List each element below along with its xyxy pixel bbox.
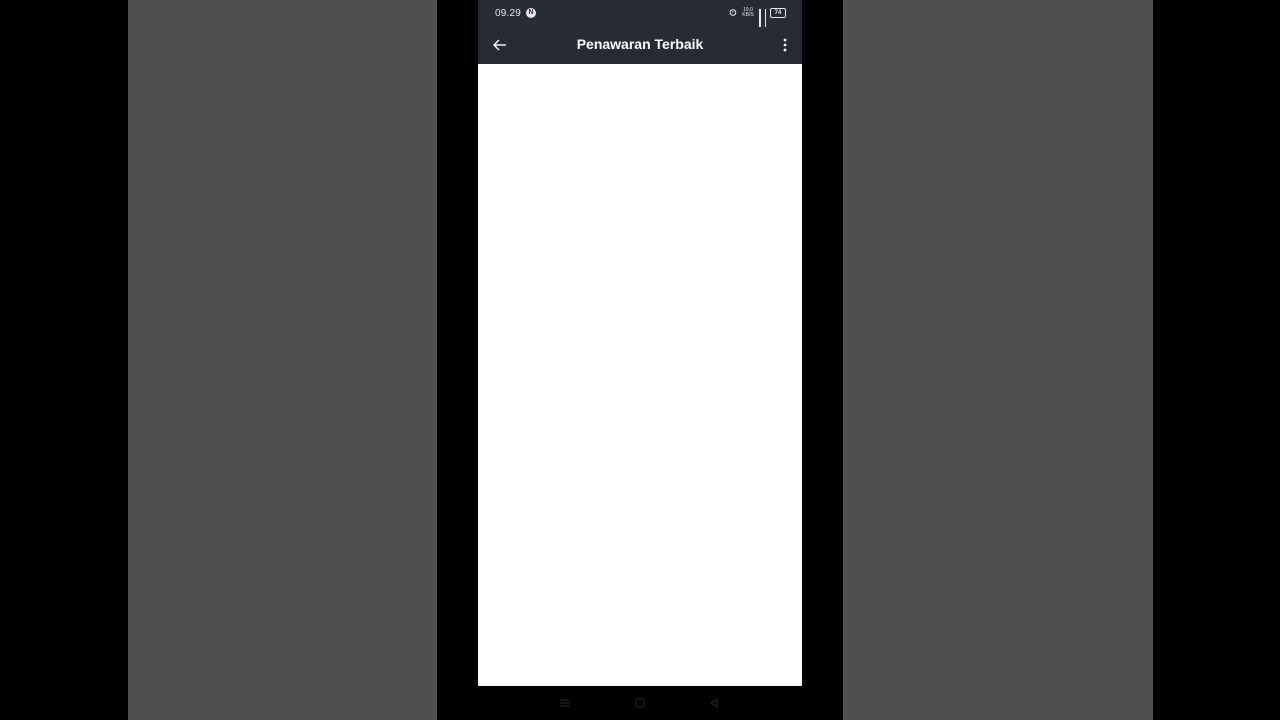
right-letterbox-panel — [843, 0, 1153, 720]
notification-icon: N — [526, 8, 536, 18]
back-triangle-icon — [710, 698, 718, 708]
home-square-icon — [635, 698, 645, 708]
page-title: Penawaran Terbaik — [576, 36, 704, 52]
signal-strength-icon — [759, 9, 761, 29]
net-speed-unit: KB/S — [742, 12, 754, 18]
status-time: 09.29 — [495, 8, 522, 19]
system-navigation-bar — [478, 686, 802, 720]
network-speed-indicator: 19,0 KB/S — [741, 8, 755, 18]
phone-frame: 09.29 N 19,0 KB/S 74 Penawaran Terbaik — [437, 0, 843, 720]
screen: 09.29 N 19,0 KB/S 74 Penawaran Terbaik — [0, 0, 1280, 720]
more-vertical-icon — [783, 38, 787, 52]
battery-icon: 74 — [770, 8, 786, 18]
page-content-blank — [478, 64, 802, 686]
back-button[interactable] — [486, 31, 514, 59]
recent-apps-button[interactable] — [558, 697, 572, 709]
more-options-button[interactable] — [774, 31, 796, 59]
system-back-button[interactable] — [707, 697, 721, 709]
app-bar: Penawaran Terbaik — [478, 27, 802, 64]
arrow-left-icon — [493, 39, 506, 51]
status-icons: 19,0 KB/S 74 — [729, 7, 786, 29]
menu-lines-icon — [560, 699, 570, 707]
left-letterbox-panel — [128, 0, 437, 720]
alarm-icon — [729, 8, 737, 19]
home-button[interactable] — [633, 697, 647, 709]
status-bar: 09.29 N 19,0 KB/S 74 — [478, 0, 802, 29]
signal-strength-icon-2 — [764, 9, 766, 29]
